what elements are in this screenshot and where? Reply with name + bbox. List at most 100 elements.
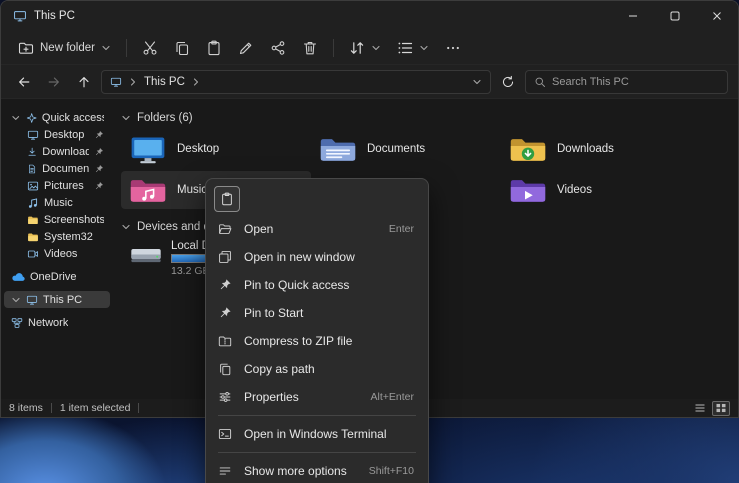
sidebar-item-music[interactable]: Music — [4, 194, 110, 211]
chevron-down-icon — [419, 43, 429, 53]
context-menu-item-show-more-options[interactable]: Show more options Shift+F10 — [210, 457, 424, 483]
sidebar-item-documents[interactable]: Documents — [4, 160, 110, 177]
selection-count: 1 item selected — [60, 402, 131, 414]
chevron-down-icon — [472, 77, 482, 87]
copy-button[interactable] — [167, 34, 197, 62]
folder-tile-videos[interactable]: Videos — [501, 171, 691, 209]
context-menu-paste-button[interactable] — [214, 186, 240, 212]
search-box[interactable] — [525, 70, 728, 94]
rename-button[interactable] — [231, 34, 261, 62]
address-bar[interactable]: This PC — [101, 70, 491, 94]
sidebar-item-desktop[interactable]: Desktop — [4, 126, 110, 143]
sort-icon — [349, 40, 365, 56]
toolbar-divider — [126, 39, 127, 57]
new-folder-icon — [18, 40, 34, 56]
chevron-right-icon — [191, 77, 201, 87]
refresh-button[interactable] — [495, 69, 521, 95]
music-icon — [27, 197, 39, 209]
folder-icon — [27, 231, 39, 243]
clipboard-icon — [220, 192, 234, 206]
cut-button[interactable] — [135, 34, 165, 62]
sidebar-item-onedrive[interactable]: OneDrive — [4, 268, 110, 285]
maximize-button[interactable] — [654, 1, 696, 31]
context-menu-divider — [218, 452, 416, 453]
folder-tile-documents[interactable]: Documents — [311, 130, 501, 168]
sidebar-item-quick-access[interactable]: Quick access — [4, 109, 110, 126]
arrow-right-icon — [47, 75, 61, 89]
terminal-icon — [218, 427, 234, 441]
up-button[interactable] — [71, 69, 97, 95]
new-folder-button[interactable]: New folder — [11, 34, 118, 62]
command-bar: New folder — [1, 31, 738, 65]
close-button[interactable] — [696, 1, 738, 31]
refresh-icon — [501, 75, 515, 89]
document-icon — [27, 163, 37, 175]
chevron-down-icon — [11, 113, 21, 123]
pin-icon — [94, 147, 104, 157]
titlebar[interactable]: This PC — [1, 1, 738, 31]
forward-button[interactable] — [41, 69, 67, 95]
breadcrumb-this-pc[interactable]: This PC — [144, 76, 185, 88]
context-menu-item-open-new-window[interactable]: Open in new window — [210, 243, 424, 271]
address-dropdown-button[interactable] — [472, 77, 482, 87]
downloads-folder-icon — [509, 134, 547, 165]
paste-icon — [206, 40, 222, 56]
downloads-icon — [27, 146, 37, 158]
pin-icon — [94, 130, 104, 140]
window-controls — [612, 1, 738, 31]
sidebar-item-system32[interactable]: System32 — [4, 228, 110, 245]
paste-button[interactable] — [199, 34, 229, 62]
more-options-icon — [218, 464, 234, 478]
context-menu-item-pin-start[interactable]: Pin to Start — [210, 299, 424, 327]
thumbnail-view-button[interactable] — [712, 401, 730, 416]
details-view-icon — [694, 402, 706, 414]
navigation-bar: This PC — [1, 65, 738, 99]
share-icon — [270, 40, 286, 56]
sidebar-item-this-pc[interactable]: This PC — [4, 291, 110, 308]
videos-folder-icon — [509, 175, 547, 206]
search-input[interactable] — [552, 76, 719, 88]
window-title: This PC — [34, 10, 75, 22]
minimize-button[interactable] — [612, 1, 654, 31]
context-menu-item-pin-quick-access[interactable]: Pin to Quick access — [210, 271, 424, 299]
new-folder-label: New folder — [40, 42, 95, 54]
new-window-icon — [218, 250, 234, 264]
details-view-button[interactable] — [691, 401, 709, 416]
context-menu-item-copy-as-path[interactable]: Copy as path — [210, 355, 424, 383]
pin-icon — [218, 278, 234, 292]
more-icon — [445, 40, 461, 56]
sidebar-item-downloads[interactable]: Downloads — [4, 143, 110, 160]
explorer-window-icon — [13, 9, 27, 23]
pin-icon — [94, 164, 104, 174]
more-options-button[interactable] — [438, 34, 468, 62]
chevron-down-icon — [101, 43, 111, 53]
toolbar-divider — [333, 39, 334, 57]
desktop-icon — [27, 129, 39, 141]
properties-icon — [218, 390, 234, 404]
copy-path-icon — [218, 362, 234, 376]
context-menu-item-compress-zip[interactable]: Compress to ZIP file — [210, 327, 424, 355]
chevron-down-icon — [11, 295, 21, 305]
navigation-pane: Quick access Desktop Downloads Documents — [1, 99, 113, 399]
back-button[interactable] — [11, 69, 37, 95]
folder-tile-desktop[interactable]: Desktop — [121, 130, 311, 168]
folders-section-header[interactable]: Folders (6) — [121, 109, 738, 127]
sort-button[interactable] — [342, 34, 388, 62]
folder-tile-downloads[interactable]: Downloads — [501, 130, 691, 168]
context-menu-item-open[interactable]: Open Enter — [210, 215, 424, 243]
view-button[interactable] — [390, 34, 436, 62]
share-button[interactable] — [263, 34, 293, 62]
context-menu-item-properties[interactable]: Properties Alt+Enter — [210, 383, 424, 411]
sidebar-item-network[interactable]: Network — [4, 314, 110, 331]
rename-icon — [238, 40, 254, 56]
delete-button[interactable] — [295, 34, 325, 62]
sidebar-item-screenshots[interactable]: Screenshots — [4, 211, 110, 228]
sidebar-item-videos[interactable]: Videos — [4, 245, 110, 262]
music-folder-icon — [129, 175, 167, 206]
this-pc-icon — [110, 76, 122, 88]
onedrive-cloud-icon — [11, 270, 25, 284]
sidebar-item-pictures[interactable]: Pictures — [4, 177, 110, 194]
chevron-down-icon — [121, 222, 131, 232]
status-divider — [138, 403, 139, 413]
context-menu-item-open-terminal[interactable]: Open in Windows Terminal — [210, 420, 424, 448]
